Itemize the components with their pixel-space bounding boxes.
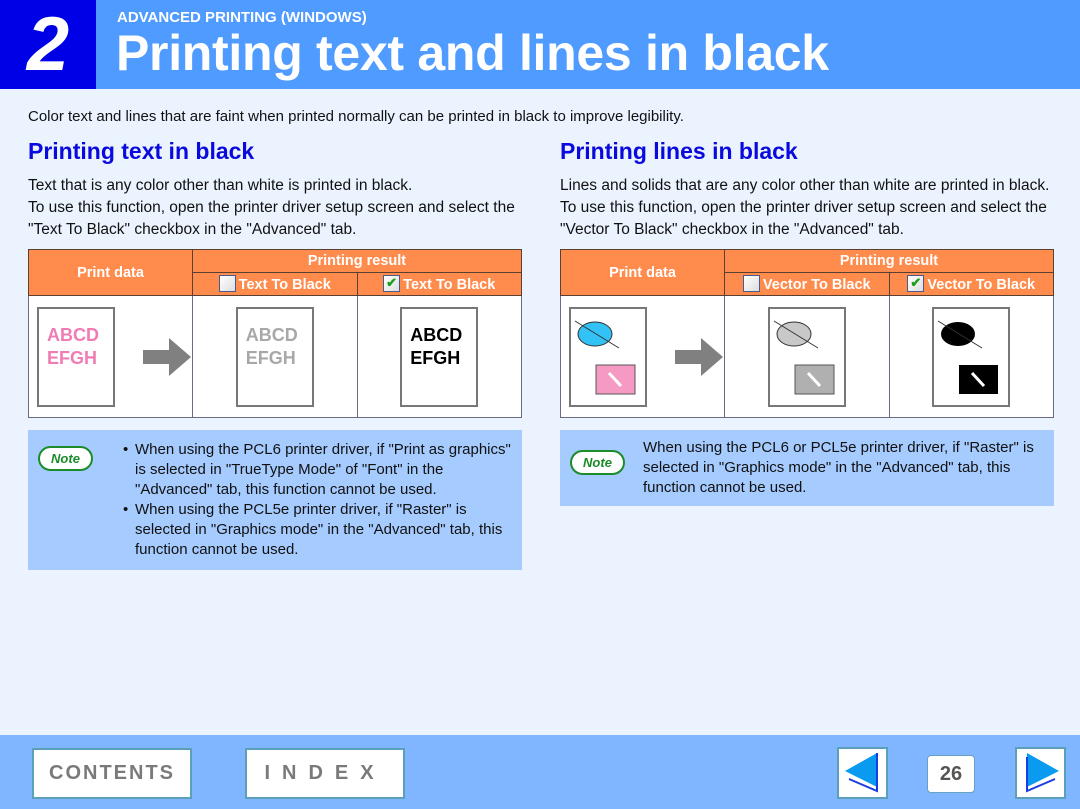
lines-section: Printing lines in black Lines and solids… xyxy=(560,138,1054,506)
arrow-right-icon xyxy=(675,337,723,376)
note-icon: Note xyxy=(38,446,93,471)
cell-original: ABCD EFGH xyxy=(28,295,193,418)
cell-unchecked xyxy=(724,295,890,418)
page-header: 2 ADVANCED PRINTING (WINDOWS) Printing t… xyxy=(0,0,1080,89)
paragraph: Text that is any color other than white … xyxy=(28,177,413,194)
note-icon: Note xyxy=(570,450,625,475)
lines-result-table: Print data Printing result Vector To Bla… xyxy=(560,249,1054,418)
cell-original xyxy=(560,295,725,418)
option-label: Vector To Black xyxy=(927,277,1036,293)
sample-text-black: ABCD EFGH xyxy=(410,324,463,368)
header-print-data: Print data xyxy=(560,249,725,296)
text-section: Printing text in black Text that is any … xyxy=(28,138,522,570)
next-page-button[interactable] xyxy=(1015,747,1066,799)
sheet-original: ABCD EFGH xyxy=(37,306,115,407)
lines-section-title: Printing lines in black xyxy=(560,138,798,164)
header-checked: Text To Black xyxy=(356,272,522,296)
text-section-title: Printing text in black xyxy=(28,138,255,164)
paragraph: To use this function, open the printer d… xyxy=(28,199,515,238)
header-printing-result: Printing result xyxy=(724,249,1054,273)
text-result-table: Print data Printing result Text To Black… xyxy=(28,249,522,418)
paragraph: To use this function, open the printer d… xyxy=(560,199,1047,238)
index-button[interactable]: INDEX xyxy=(245,748,405,799)
header-unchecked: Vector To Black xyxy=(724,272,890,296)
sheet-unchecked: ABCD EFGH xyxy=(235,306,314,407)
lines-section-body: Lines and solids that are any color othe… xyxy=(560,175,1054,241)
text-note: Note When using the PCL6 printer driver,… xyxy=(28,430,522,570)
cell-checked: ABCD EFGH xyxy=(356,295,522,418)
chapter-number: 2 xyxy=(0,0,96,89)
arrow-right-icon xyxy=(143,337,191,376)
header-checked: Vector To Black xyxy=(888,272,1054,296)
note-text: When using the PCL6 or PCL5e printer dri… xyxy=(643,439,1034,496)
intro-text: Color text and lines that are faint when… xyxy=(28,108,684,125)
checkbox-unchecked-icon xyxy=(742,275,760,292)
page-number: 26 xyxy=(927,755,975,793)
checkbox-unchecked-icon xyxy=(218,275,236,292)
header-printing-result: Printing result xyxy=(192,249,522,273)
text-section-body: Text that is any color other than white … xyxy=(28,175,522,241)
footer-nav: CONTENTS INDEX 26 xyxy=(0,735,1080,809)
note-item: When using the PCL5e printer driver, if … xyxy=(123,500,512,560)
sheet-checked: ABCD EFGH xyxy=(400,306,479,407)
previous-page-button[interactable] xyxy=(837,747,888,799)
option-label: Text To Black xyxy=(238,277,331,293)
vector-sheet-original-icon xyxy=(569,306,647,407)
vector-sheet-black-icon xyxy=(932,306,1011,407)
contents-button[interactable]: CONTENTS xyxy=(32,748,192,799)
previous-arrow-icon xyxy=(845,753,878,793)
checkbox-checked-icon xyxy=(383,275,401,292)
note-item: When using the PCL6 printer driver, if "… xyxy=(123,440,512,500)
checkbox-checked-icon xyxy=(907,275,925,292)
paragraph: Lines and solids that are any color othe… xyxy=(560,177,1050,194)
sample-text-original: ABCD EFGH xyxy=(47,324,99,368)
cell-unchecked: ABCD EFGH xyxy=(192,295,358,418)
next-arrow-icon xyxy=(1026,753,1059,793)
header-unchecked: Text To Black xyxy=(192,272,358,296)
header-print-data: Print data xyxy=(28,249,193,296)
vector-sheet-gray-icon xyxy=(767,306,846,407)
note-list: When using the PCL6 printer driver, if "… xyxy=(123,440,512,560)
option-label: Vector To Black xyxy=(762,277,871,293)
sample-text-gray: ABCD EFGH xyxy=(245,324,298,368)
option-label: Text To Black xyxy=(403,277,496,293)
cell-checked xyxy=(888,295,1054,418)
page-title: Printing text and lines in black xyxy=(116,25,829,81)
lines-note: Note When using the PCL6 or PCL5e printe… xyxy=(560,430,1054,506)
